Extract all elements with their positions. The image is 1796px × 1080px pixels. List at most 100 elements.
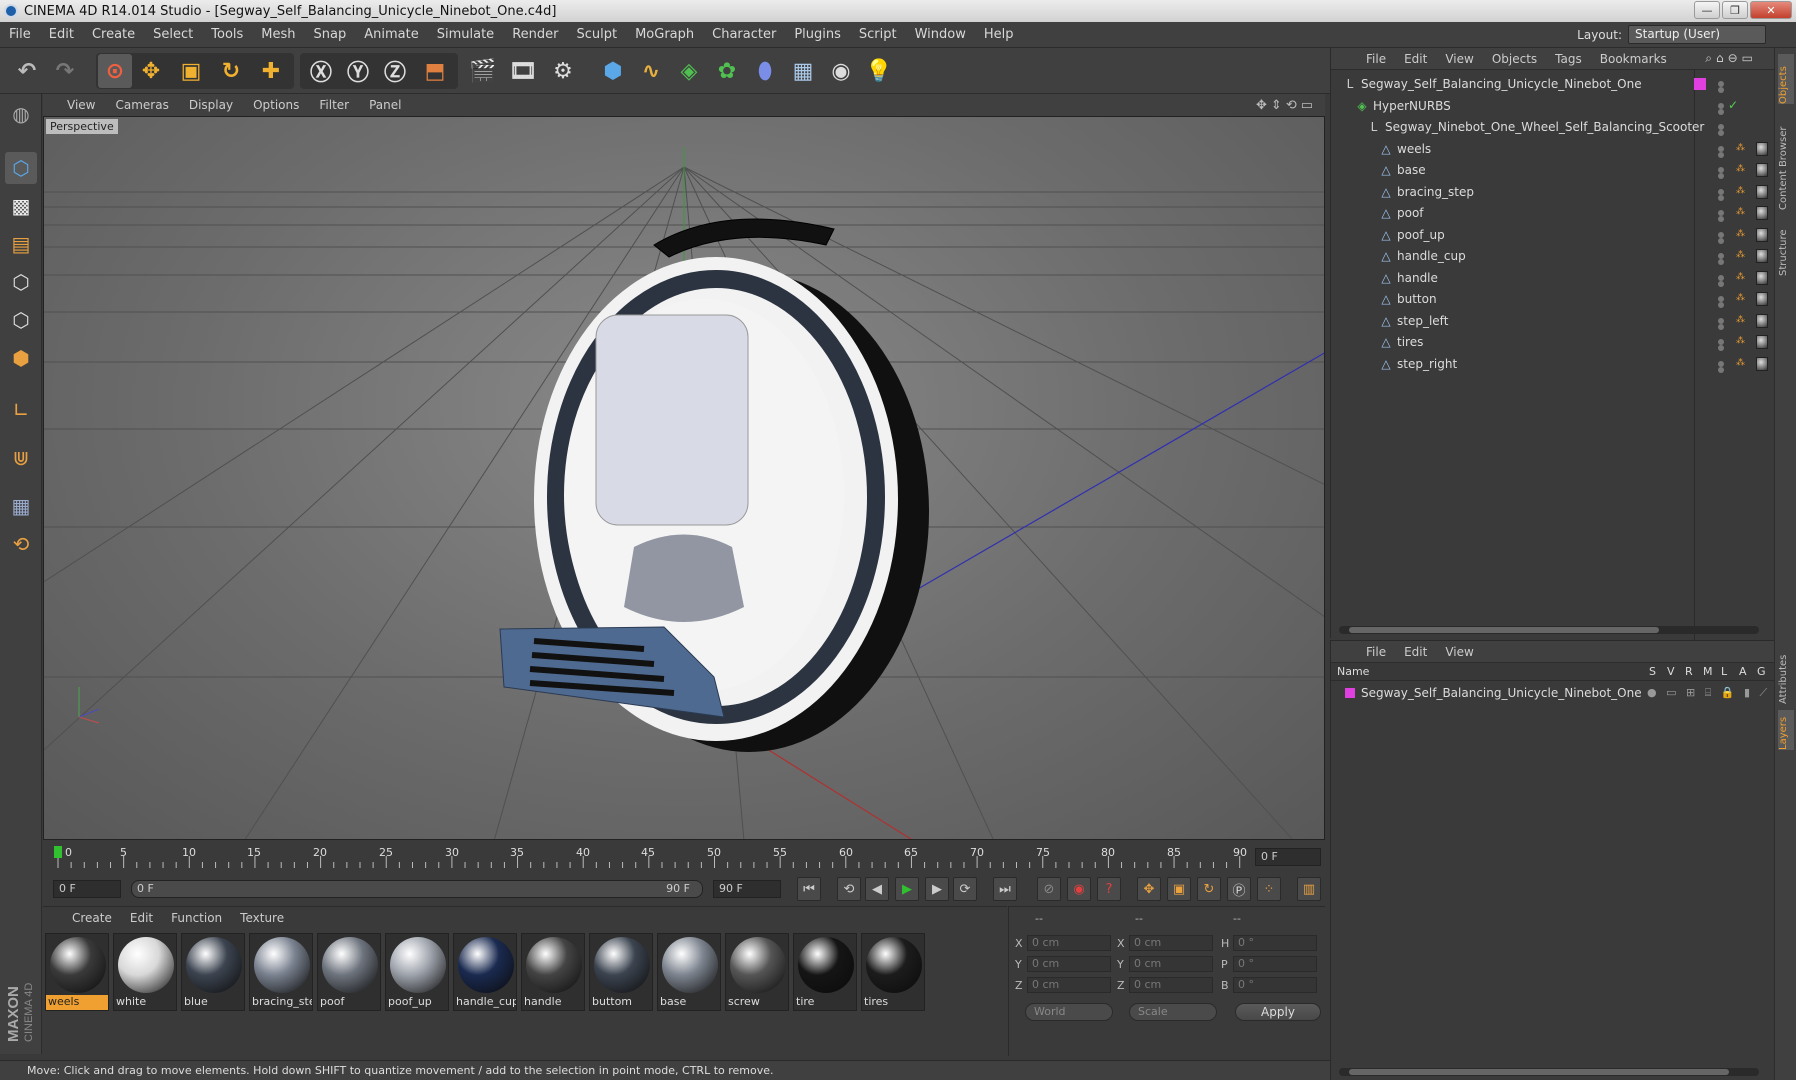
mat-menu-texture[interactable]: Texture bbox=[231, 911, 293, 925]
menu-simulate[interactable]: Simulate bbox=[428, 27, 503, 42]
layer-view-column[interactable]: V bbox=[1667, 665, 1675, 678]
menu-file[interactable]: File bbox=[0, 27, 40, 42]
material-tag-icon[interactable] bbox=[1756, 141, 1768, 156]
object-tree-row[interactable]: △ bracing_step ⁂ bbox=[1331, 182, 1774, 203]
play-icon[interactable]: ▶ bbox=[895, 877, 919, 901]
viewport-menu-display[interactable]: Display bbox=[179, 98, 243, 112]
axis-mode-icon[interactable]: ∟ bbox=[5, 394, 37, 426]
editor-visibility-dot[interactable] bbox=[1718, 274, 1724, 281]
y-axis-lock-icon[interactable]: Ⓨ bbox=[341, 54, 375, 88]
render-visibility-dot[interactable] bbox=[1718, 108, 1724, 115]
editor-visibility-dot[interactable] bbox=[1718, 188, 1724, 195]
menu-create[interactable]: Create bbox=[83, 27, 144, 42]
phong-tag-icon[interactable]: ⁂ bbox=[1736, 272, 1748, 284]
material-tag-icon[interactable] bbox=[1756, 270, 1768, 285]
next-key-icon[interactable]: ⟳ bbox=[953, 877, 977, 901]
material-swatch[interactable]: tire bbox=[793, 933, 857, 1011]
viewport-menu-options[interactable]: Options bbox=[243, 98, 309, 112]
material-swatch[interactable]: handle_cup bbox=[453, 933, 517, 1011]
render-view-icon[interactable]: 🎬 bbox=[466, 54, 500, 88]
material-swatch[interactable]: tires bbox=[861, 933, 925, 1011]
previous-key-icon[interactable]: ⟲ bbox=[837, 877, 861, 901]
material-tag-icon[interactable] bbox=[1756, 249, 1768, 263]
obj-menu-file[interactable]: File bbox=[1357, 52, 1395, 66]
start-frame-field[interactable]: 0 F bbox=[53, 880, 121, 898]
redo-icon[interactable]: ↷ bbox=[48, 54, 82, 88]
layer-generators-column[interactable]: G bbox=[1757, 665, 1766, 678]
material-tag-icon[interactable] bbox=[1756, 184, 1768, 199]
spline-icon[interactable]: ∿ bbox=[634, 54, 668, 88]
object-tree-row[interactable]: △ step_right ⁂ bbox=[1331, 354, 1774, 375]
maximize-button[interactable]: ❐ bbox=[1722, 1, 1748, 19]
obj-menu-edit[interactable]: Edit bbox=[1395, 52, 1436, 66]
object-tree-row[interactable]: △ handle ⁂ bbox=[1331, 268, 1774, 289]
deformer-icon[interactable]: ⬮ bbox=[748, 54, 782, 88]
editor-visibility-dot[interactable] bbox=[1718, 231, 1724, 238]
material-tag-icon[interactable] bbox=[1756, 313, 1768, 328]
polygons-mode-icon[interactable]: ⬢ bbox=[5, 342, 37, 374]
material-tag-icon[interactable] bbox=[1756, 227, 1768, 242]
layer-menu-view[interactable]: View bbox=[1436, 645, 1482, 659]
layer-flag-icons[interactable]: ● ▭ ⊞ ⌸ 🔒 ▮ ⟋ bbox=[1647, 686, 1770, 700]
material-swatch[interactable]: bracing_ste bbox=[249, 933, 313, 1011]
playhead-marker[interactable] bbox=[54, 846, 62, 858]
texture-mode-icon[interactable]: ▩ bbox=[5, 190, 37, 222]
floor-scene-icon[interactable]: ▦ bbox=[786, 54, 820, 88]
material-swatch[interactable]: screw bbox=[725, 933, 789, 1011]
workplane-lock-icon[interactable]: ▦ bbox=[5, 490, 37, 522]
range-slider[interactable]: 0 F 90 F bbox=[131, 880, 703, 898]
current-frame-field[interactable]: 0 F bbox=[1255, 848, 1321, 866]
material-swatch[interactable]: buttom bbox=[589, 933, 653, 1011]
material-swatch[interactable]: blue bbox=[181, 933, 245, 1011]
viewport-menu-cameras[interactable]: Cameras bbox=[105, 98, 178, 112]
go-to-end-icon[interactable]: ⏭ bbox=[993, 877, 1017, 901]
go-to-start-icon[interactable]: ⏮ bbox=[797, 877, 821, 901]
layer-lock-column[interactable]: L bbox=[1721, 665, 1727, 678]
position-z-field[interactable]: 0 cm bbox=[1027, 977, 1111, 993]
previous-frame-icon[interactable]: ◀ bbox=[865, 877, 889, 901]
object-tree-row[interactable]: △ poof ⁂ bbox=[1331, 203, 1774, 224]
position-y-field[interactable]: 0 cm bbox=[1027, 956, 1111, 972]
render-visibility-dot[interactable] bbox=[1718, 216, 1724, 222]
live-selection-icon[interactable]: ⊙ bbox=[98, 54, 132, 88]
coordinate-system-icon[interactable]: ⬒ bbox=[418, 54, 452, 88]
keyframe-selection-icon[interactable]: ? bbox=[1097, 877, 1121, 901]
render-visibility-dot[interactable] bbox=[1718, 345, 1724, 351]
rotation-key-icon[interactable]: ↻ bbox=[1197, 877, 1221, 901]
menu-sculpt[interactable]: Sculpt bbox=[567, 27, 626, 42]
object-tree-row[interactable]: △ tires ⁂ bbox=[1331, 332, 1774, 353]
obj-menu-view[interactable]: View bbox=[1436, 52, 1482, 66]
phong-tag-icon[interactable]: ⁂ bbox=[1736, 143, 1748, 155]
layer-row[interactable]: Segway_Self_Balancing_Unicycle_Ninebot_O… bbox=[1331, 683, 1774, 704]
x-axis-lock-icon[interactable]: Ⓧ bbox=[304, 54, 338, 88]
object-tree-row[interactable]: △ base ⁂ bbox=[1331, 160, 1774, 181]
render-settings-icon[interactable]: ⚙ bbox=[546, 54, 580, 88]
nurbs-icon[interactable]: ◈ bbox=[672, 54, 706, 88]
render-visibility-dot[interactable] bbox=[1718, 323, 1724, 330]
viewport-nav-icons[interactable]: ✥⇕⟲▭ bbox=[1256, 98, 1317, 113]
render-visibility-dot[interactable] bbox=[1718, 366, 1724, 373]
menu-plugins[interactable]: Plugins bbox=[785, 27, 850, 42]
camera-icon[interactable]: ◉ bbox=[824, 54, 858, 88]
menu-select[interactable]: Select bbox=[144, 27, 202, 42]
rotation-h-field[interactable]: 0 ° bbox=[1233, 935, 1317, 951]
layer-animation-column[interactable]: A bbox=[1739, 665, 1747, 678]
object-tree-row[interactable]: L Segway_Ninebot_One_Wheel_Self_Balancing… bbox=[1331, 117, 1774, 138]
tab-objects[interactable]: Objects bbox=[1778, 54, 1794, 104]
tab-attributes[interactable]: Attributes bbox=[1778, 642, 1794, 704]
light-icon[interactable]: 💡 bbox=[862, 54, 896, 88]
phong-tag-icon[interactable]: ⁂ bbox=[1736, 229, 1748, 241]
material-tag-icon[interactable] bbox=[1756, 163, 1768, 177]
apply-button[interactable]: Apply bbox=[1235, 1003, 1321, 1021]
search-home-icons[interactable]: ⌕⌂⊖▭ bbox=[1696, 51, 1766, 66]
render-visibility-dot[interactable] bbox=[1718, 237, 1724, 244]
size-y-field[interactable]: 0 cm bbox=[1129, 956, 1213, 972]
material-tag-icon[interactable] bbox=[1756, 206, 1768, 220]
timeline-window-icon[interactable]: ▥ bbox=[1297, 877, 1321, 901]
timeline-ruler[interactable]: 0 5 10 15 20 25 30 35 40 45 50 55 60 65 … bbox=[43, 842, 1325, 872]
object-tree-row[interactable]: △ button ⁂ bbox=[1331, 289, 1774, 310]
material-swatch[interactable]: base bbox=[657, 933, 721, 1011]
phong-tag-icon[interactable]: ⁂ bbox=[1736, 207, 1748, 219]
snap-magnet-icon[interactable]: ⋓ bbox=[5, 442, 37, 474]
minimize-button[interactable]: — bbox=[1694, 1, 1720, 19]
